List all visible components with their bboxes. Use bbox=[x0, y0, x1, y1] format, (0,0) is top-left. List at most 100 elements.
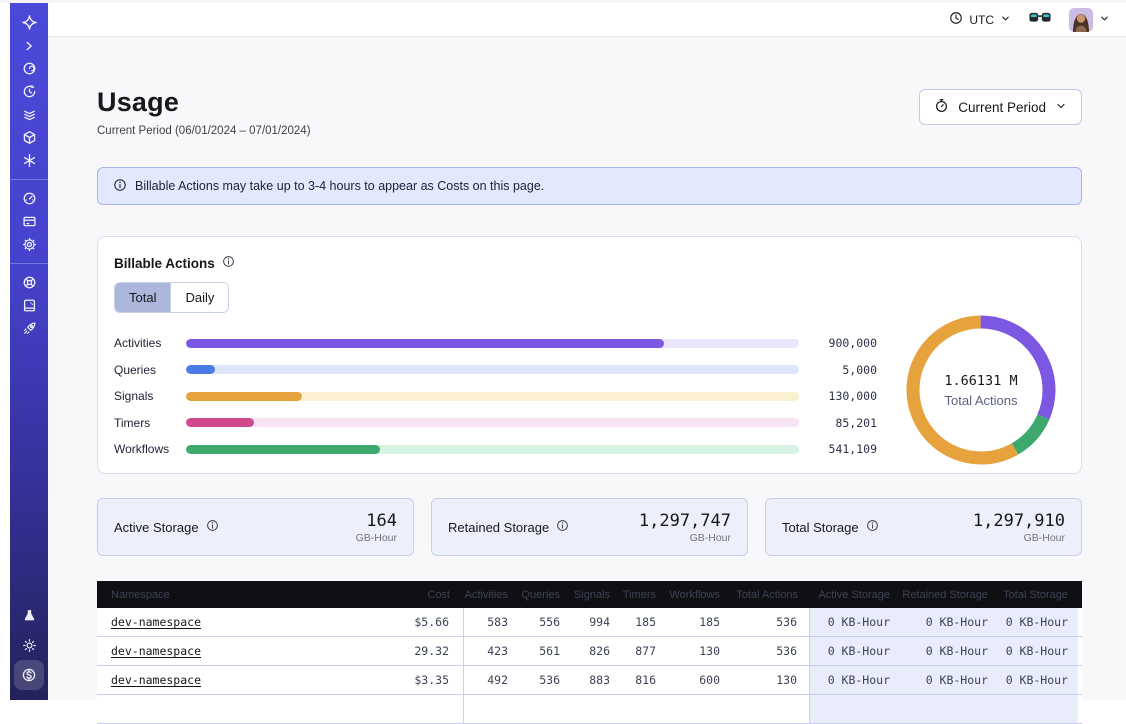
bar-row-workflows: Workflows 541,109 bbox=[114, 436, 877, 463]
namespaces-icon[interactable] bbox=[10, 57, 48, 80]
storage-card-unit: GB-Hour bbox=[639, 532, 731, 544]
column-header-total-storage: Total Storage bbox=[998, 581, 1078, 608]
period-selector-label: Current Period bbox=[958, 100, 1046, 115]
billable-actions-title: Billable Actions bbox=[114, 256, 215, 271]
info-icon[interactable] bbox=[206, 519, 219, 535]
table-cell: 0 KB-Hour bbox=[900, 666, 998, 694]
table-row: dev-namespace29.324235618268771305360 KB… bbox=[97, 637, 1082, 666]
table-cell bbox=[732, 695, 810, 723]
storage-card-value: 164 bbox=[356, 511, 397, 531]
column-header-cost: Cost bbox=[372, 581, 464, 608]
table-cell: 185 bbox=[620, 608, 666, 636]
table-cell: 826 bbox=[570, 637, 620, 665]
bar-fill bbox=[186, 418, 254, 427]
column-header-active-storage: Active Storage bbox=[810, 581, 900, 608]
table-row: dev-namespace$3.354925368838166001300 KB… bbox=[97, 666, 1082, 695]
namespace-link[interactable]: dev-namespace bbox=[111, 673, 201, 687]
bar-track bbox=[186, 418, 799, 427]
topbar: UTC bbox=[48, 3, 1126, 37]
bar-value: 541,109 bbox=[799, 442, 877, 456]
storage-card-unit: GB-Hour bbox=[356, 532, 397, 544]
namespace-link[interactable]: dev-namespace bbox=[111, 615, 201, 629]
billable-view-tabs: TotalDaily bbox=[114, 282, 229, 313]
bar-value: 900,000 bbox=[799, 336, 877, 350]
column-header-total-actions: Total Actions bbox=[732, 581, 810, 608]
bar-label: Activities bbox=[114, 336, 186, 350]
column-header-namespace: Namespace bbox=[97, 581, 372, 608]
expand-chevron-icon[interactable] bbox=[10, 34, 48, 57]
chevron-down-icon bbox=[1000, 13, 1011, 27]
support-lifebuoy-icon[interactable] bbox=[10, 271, 48, 294]
table-header: NamespaceCostActivitiesQueriesSignalsTim… bbox=[97, 581, 1082, 608]
bar-row-queries: Queries5,000 bbox=[114, 357, 877, 384]
tab-total[interactable]: Total bbox=[115, 283, 170, 312]
table-cell bbox=[372, 695, 464, 723]
storage-card-unit: GB-Hour bbox=[973, 532, 1065, 544]
info-icon[interactable] bbox=[866, 519, 879, 535]
column-header-activities: Activities bbox=[464, 581, 520, 608]
table-cell: 0 KB-Hour bbox=[900, 608, 998, 636]
storage-card-label: Retained Storage bbox=[448, 520, 549, 535]
namespace-link[interactable]: dev-namespace bbox=[111, 644, 201, 658]
bar-track bbox=[186, 392, 799, 401]
table-cell: 492 bbox=[464, 666, 520, 694]
bar-value: 130,000 bbox=[799, 389, 877, 403]
glasses-icon[interactable] bbox=[1029, 11, 1051, 29]
bar-label: Workflows bbox=[114, 442, 186, 456]
layers-icon[interactable] bbox=[10, 103, 48, 126]
timezone-selector[interactable]: UTC bbox=[949, 11, 1011, 28]
table-cell: dev-namespace bbox=[97, 608, 372, 636]
docs-icon[interactable] bbox=[10, 294, 48, 317]
table-cell: 877 bbox=[620, 637, 666, 665]
current-period-subtitle: Current Period (06/01/2024 – 07/01/2024) bbox=[97, 125, 311, 137]
info-banner: Billable Actions may take up to 3-4 hour… bbox=[97, 167, 1082, 205]
table-cell bbox=[620, 695, 666, 723]
table-cell: 536 bbox=[732, 608, 810, 636]
theme-sun-icon[interactable] bbox=[10, 630, 48, 660]
period-selector-button[interactable]: Current Period bbox=[919, 89, 1082, 125]
storage-card-value: 1,297,910 bbox=[973, 511, 1065, 531]
stopwatch-icon bbox=[934, 98, 949, 116]
page-title: Usage bbox=[97, 87, 311, 118]
account-menu[interactable] bbox=[1069, 8, 1110, 32]
info-icon[interactable] bbox=[222, 255, 235, 271]
storage-card: Retained Storage 1,297,747 GB-Hour bbox=[431, 498, 748, 556]
table-cell: $3.35 bbox=[372, 666, 464, 694]
labs-flask-icon[interactable] bbox=[10, 600, 48, 630]
bar-value: 85,201 bbox=[799, 416, 877, 430]
bar-fill bbox=[186, 365, 215, 374]
info-icon bbox=[113, 178, 127, 195]
donut-total-label: Total Actions bbox=[945, 393, 1018, 408]
usage-dollar-icon[interactable] bbox=[10, 660, 48, 690]
column-header-retained-storage: Retained Storage bbox=[900, 581, 998, 608]
storage-card: Total Storage 1,297,910 GB-Hour bbox=[765, 498, 1082, 556]
bar-row-signals: Signals130,000 bbox=[114, 383, 877, 410]
bar-fill bbox=[186, 339, 664, 348]
temporal-logo[interactable] bbox=[10, 11, 48, 34]
table-cell bbox=[97, 695, 372, 723]
bar-label: Queries bbox=[114, 363, 186, 377]
table-cell: 423 bbox=[464, 637, 520, 665]
billing-card-icon[interactable] bbox=[10, 210, 48, 233]
tab-daily[interactable]: Daily bbox=[170, 283, 228, 312]
settings-gear-icon[interactable] bbox=[10, 233, 48, 256]
table-cell: 583 bbox=[464, 608, 520, 636]
table-cell: 556 bbox=[520, 608, 570, 636]
table-cell: $5.66 bbox=[372, 608, 464, 636]
usage-gauge-icon[interactable] bbox=[10, 187, 48, 210]
table-cell: 0 KB-Hour bbox=[998, 666, 1078, 694]
schedules-icon[interactable] bbox=[10, 80, 48, 103]
table-cell: 130 bbox=[666, 637, 732, 665]
table-row bbox=[97, 695, 1082, 724]
bar-track bbox=[186, 365, 799, 374]
rocket-icon[interactable] bbox=[10, 317, 48, 340]
table-cell bbox=[520, 695, 570, 723]
nexus-icon[interactable] bbox=[10, 149, 48, 172]
table-cell: 816 bbox=[620, 666, 666, 694]
deployments-icon[interactable] bbox=[10, 126, 48, 149]
table-cell: dev-namespace bbox=[97, 637, 372, 665]
info-icon[interactable] bbox=[556, 519, 569, 535]
table-cell: 0 KB-Hour bbox=[810, 666, 900, 694]
bar-fill bbox=[186, 445, 380, 454]
total-actions-donut: 1.66131 M Total Actions bbox=[905, 314, 1057, 466]
